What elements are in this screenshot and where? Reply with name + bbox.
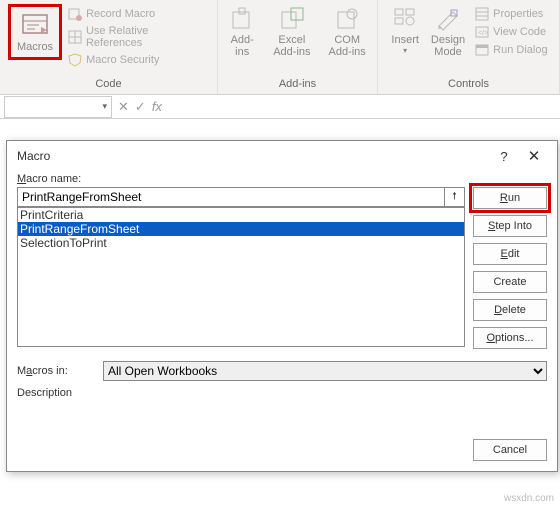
insert-label: Insert xyxy=(391,34,419,46)
macro-name-input[interactable] xyxy=(17,187,445,207)
list-item[interactable]: PrintRangeFromSheet xyxy=(18,222,464,236)
name-box[interactable]: ▾ xyxy=(4,96,112,118)
watermark: wsxdn.com xyxy=(504,493,554,504)
macro-security-button[interactable]: Macro Security xyxy=(64,52,211,68)
options-button[interactable]: Options... xyxy=(473,327,547,349)
properties-label: Properties xyxy=(493,8,543,20)
dialog-titlebar: Macro ? ✕ xyxy=(7,141,557,169)
group-addins-label: Add-ins xyxy=(279,78,316,92)
fx-icon[interactable]: fx xyxy=(152,99,162,114)
dialog-title: Macro xyxy=(17,149,489,163)
list-item[interactable]: SelectionToPrint xyxy=(18,236,464,250)
arrow-up-icon: 🠕 xyxy=(452,189,456,206)
view-code-label: View Code xyxy=(493,26,546,38)
group-code: Macros Record Macro Use Relative Referen… xyxy=(0,0,218,94)
code-icon: </> xyxy=(475,25,489,39)
run-button[interactable]: Run xyxy=(473,187,547,209)
run-dialog-button[interactable]: Run Dialog xyxy=(471,42,551,58)
create-button[interactable]: Create xyxy=(473,271,547,293)
step-into-button[interactable]: Step Into xyxy=(473,215,547,237)
macro-name-label: Macro name: xyxy=(17,173,465,185)
description-label: Description xyxy=(17,387,72,399)
group-addins: Add- ins Excel Add-ins COM Add-ins Add-i… xyxy=(218,0,378,94)
reference-button[interactable]: 🠕 xyxy=(445,187,465,207)
macro-listbox[interactable]: PrintCriteria PrintRangeFromSheet Select… xyxy=(17,207,465,347)
relative-label: Use Relative References xyxy=(86,25,207,49)
macro-dialog: Macro ? ✕ Macro name: 🠕 PrintCriteria Pr… xyxy=(6,140,558,472)
design-label: Design Mode xyxy=(431,34,465,58)
excel-addins-icon xyxy=(279,6,305,32)
insert-icon xyxy=(392,6,418,32)
chevron-down-icon: ▾ xyxy=(403,46,407,55)
cancel-icon[interactable]: ✕ xyxy=(118,99,129,115)
security-label: Macro Security xyxy=(86,54,159,66)
edit-button[interactable]: Edit xyxy=(473,243,547,265)
record-label: Record Macro xyxy=(86,8,155,20)
macros-icon xyxy=(21,11,49,39)
dialog-icon xyxy=(475,43,489,57)
cancel-button[interactable]: Cancel xyxy=(473,439,547,461)
excel-addins-button[interactable]: Excel Add-ins xyxy=(267,2,316,62)
shield-icon xyxy=(68,53,82,67)
svg-text:</>: </> xyxy=(478,30,488,37)
macros-label: Macros xyxy=(17,41,53,53)
com-addins-button[interactable]: COM Add-ins xyxy=(323,2,372,62)
chevron-down-icon: ▾ xyxy=(102,101,107,112)
ribbon: Macros Record Macro Use Relative Referen… xyxy=(0,0,560,95)
view-code-button[interactable]: </> View Code xyxy=(471,24,551,40)
delete-button[interactable]: Delete xyxy=(473,299,547,321)
list-item[interactable]: PrintCriteria xyxy=(18,208,464,222)
help-button[interactable]: ? xyxy=(489,149,519,164)
com-addins-label: COM Add-ins xyxy=(329,34,366,58)
macros-in-label: Macros in: xyxy=(17,365,103,377)
addins-icon xyxy=(229,6,255,32)
design-mode-button[interactable]: Design Mode xyxy=(425,2,471,62)
design-icon xyxy=(435,6,461,32)
run-dialog-label: Run Dialog xyxy=(493,44,547,56)
properties-icon xyxy=(475,7,489,21)
insert-button[interactable]: Insert ▾ xyxy=(385,2,425,59)
properties-button[interactable]: Properties xyxy=(471,6,551,22)
formula-bar: ▾ ✕ ✓ fx xyxy=(0,95,560,119)
addins-button[interactable]: Add- ins xyxy=(223,2,261,62)
record-icon xyxy=(68,7,82,21)
group-controls-label: Controls xyxy=(448,78,489,92)
group-code-label: Code xyxy=(95,78,121,92)
addins-label: Add- ins xyxy=(231,34,254,58)
excel-addins-label: Excel Add-ins xyxy=(273,34,310,58)
record-macro-button[interactable]: Record Macro xyxy=(64,6,211,22)
macros-in-select[interactable]: All Open Workbooks xyxy=(103,361,547,381)
grid-icon xyxy=(68,30,82,44)
macros-button[interactable]: Macros xyxy=(8,4,62,60)
close-button[interactable]: ✕ xyxy=(519,147,549,165)
enter-icon[interactable]: ✓ xyxy=(135,99,146,115)
group-controls: Insert ▾ Design Mode Properties </> View… xyxy=(378,0,560,94)
com-addins-icon xyxy=(334,6,360,32)
relative-refs-button[interactable]: Use Relative References xyxy=(64,24,211,50)
